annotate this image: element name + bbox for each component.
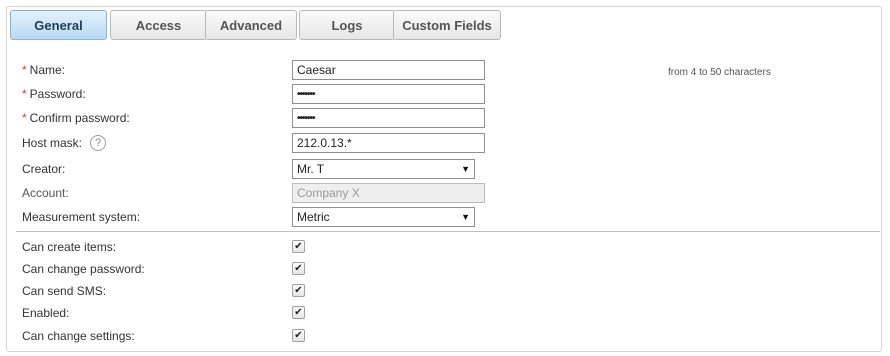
chevron-down-icon: ▼	[461, 164, 470, 174]
measurement-select-value: Metric	[297, 210, 330, 224]
host-mask-label: Host mask: ?	[22, 135, 107, 151]
confirm-password-label: * Confirm password:	[22, 111, 130, 125]
required-marker: *	[22, 111, 27, 125]
can-change-password-checkbox[interactable]: ✔	[292, 262, 305, 275]
enabled-checkbox[interactable]: ✔	[292, 306, 305, 319]
host-mask-field[interactable]	[292, 133, 485, 153]
host-mask-row: Host mask: ?	[22, 133, 107, 153]
required-marker: *	[22, 87, 27, 101]
creator-row: Creator:	[22, 159, 65, 179]
name-hint: from 4 to 50 characters	[668, 67, 771, 78]
name-label-text: Name:	[29, 63, 66, 77]
checkmark-icon: ✔	[294, 262, 303, 274]
tab-access[interactable]: Access	[110, 10, 207, 40]
checkmark-icon: ✔	[294, 284, 303, 296]
checkmark-icon: ✔	[294, 306, 303, 318]
host-mask-label-text: Host mask:	[22, 136, 83, 150]
can-change-password-label: Can change password:	[22, 262, 145, 276]
account-label: Account:	[22, 186, 69, 200]
password-label-text: Password:	[29, 87, 86, 101]
enabled-row: Enabled:	[22, 303, 69, 323]
account-field	[292, 183, 485, 203]
can-create-items-label: Can create items:	[22, 240, 117, 254]
tab-advanced[interactable]: Advanced	[205, 10, 297, 40]
confirm-password-row: * Confirm password:	[22, 108, 130, 128]
chevron-down-icon: ▼	[461, 212, 470, 222]
can-change-password-row: Can change password:	[22, 259, 145, 279]
name-field[interactable]	[292, 60, 485, 80]
measurement-select[interactable]: Metric ▼	[292, 207, 475, 227]
help-circle-icon[interactable]: ?	[90, 135, 107, 151]
password-label: * Password:	[22, 87, 86, 101]
creator-select[interactable]: Mr. T ▼	[292, 159, 475, 179]
password-row: * Password:	[22, 84, 86, 104]
confirm-password-label-text: Confirm password:	[29, 111, 130, 125]
tab-general[interactable]: General	[10, 10, 107, 40]
enabled-label: Enabled:	[22, 306, 70, 320]
checkmark-icon: ✔	[294, 240, 303, 252]
name-row: * Name:	[22, 60, 65, 80]
account-row: Account:	[22, 183, 69, 203]
tab-logs[interactable]: Logs	[299, 10, 395, 40]
can-send-sms-checkbox[interactable]: ✔	[292, 284, 305, 297]
can-change-settings-checkbox[interactable]: ✔	[292, 329, 305, 342]
can-send-sms-row: Can send SMS:	[22, 281, 106, 301]
confirm-password-field[interactable]	[292, 108, 485, 128]
creator-select-value: Mr. T	[297, 162, 325, 176]
measurement-label: Measurement system:	[22, 210, 141, 224]
can-create-items-checkbox[interactable]: ✔	[292, 240, 305, 253]
checkmark-icon: ✔	[294, 329, 303, 341]
can-change-settings-label: Can change settings:	[22, 329, 135, 343]
section-divider	[16, 231, 880, 232]
password-field[interactable]	[292, 84, 485, 104]
name-label: * Name:	[22, 63, 65, 77]
measurement-row: Measurement system:	[22, 207, 140, 227]
can-change-settings-row: Can change settings:	[22, 326, 135, 346]
creator-label: Creator:	[22, 162, 66, 176]
can-send-sms-label: Can send SMS:	[22, 284, 107, 298]
can-create-items-row: Can create items:	[22, 237, 116, 257]
settings-panel	[6, 6, 882, 352]
required-marker: *	[22, 63, 27, 77]
tab-custom-fields[interactable]: Custom Fields	[393, 10, 501, 40]
